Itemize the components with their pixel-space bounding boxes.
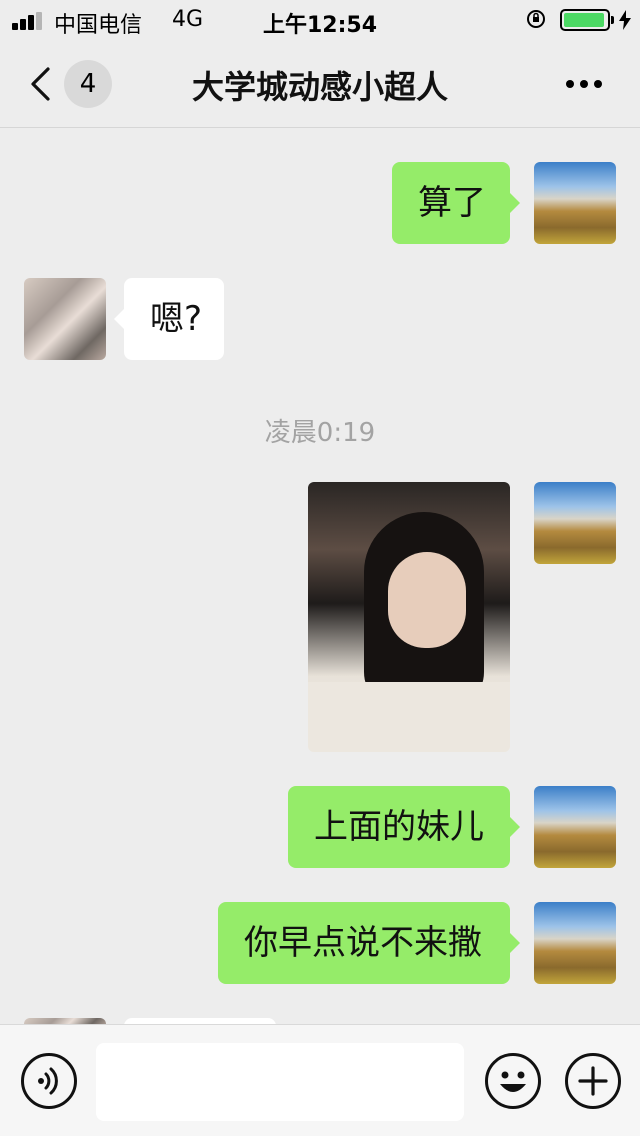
self-avatar[interactable]: [534, 482, 616, 564]
bubble-tail: [510, 193, 520, 213]
sent-message-bubble[interactable]: 上面的妹儿: [288, 786, 510, 868]
message-timestamp: 凌晨0:19: [264, 418, 376, 448]
more-icon[interactable]: [560, 70, 608, 98]
photo-detail: [308, 682, 510, 752]
sent-photo-message[interactable]: [308, 482, 510, 752]
rotation-lock-icon: [527, 10, 545, 28]
nav-bar: 4 大学城动感小超人: [0, 40, 640, 128]
status-bar: 中国电信 4G 上午12:54: [0, 0, 640, 40]
emoji-icon[interactable]: [485, 1053, 541, 1109]
battery-level: [564, 13, 604, 27]
voice-icon[interactable]: [21, 1053, 77, 1109]
photo-detail: [388, 552, 466, 648]
chat-title: 大学城动感小超人: [191, 68, 448, 106]
input-bar: [0, 1024, 640, 1136]
message-input[interactable]: [96, 1043, 464, 1121]
contact-avatar[interactable]: [24, 278, 106, 360]
received-message-bubble[interactable]: 嗯?: [124, 278, 224, 360]
sent-message-bubble[interactable]: 算了: [392, 162, 510, 244]
charging-icon: [619, 10, 631, 30]
plus-icon-glyph: [578, 1066, 608, 1096]
bubble-tail: [510, 933, 520, 953]
chat-screen: 中国电信 4G 上午12:54 4 大学城动感小超人 算了 嗯? 凌晨0:19 …: [0, 0, 640, 1136]
self-avatar[interactable]: [534, 162, 616, 244]
bubble-tail: [114, 309, 124, 329]
sent-message-bubble[interactable]: 你早点说不来撒: [218, 902, 510, 984]
plus-icon[interactable]: [565, 1053, 621, 1109]
self-avatar[interactable]: [534, 902, 616, 984]
self-avatar[interactable]: [534, 786, 616, 868]
emoji-icon-glyph: [500, 1071, 526, 1092]
bubble-tail: [510, 817, 520, 837]
battery-icon: [560, 9, 610, 31]
battery-cap: [611, 16, 614, 24]
voice-icon-glyph: [38, 1067, 58, 1095]
